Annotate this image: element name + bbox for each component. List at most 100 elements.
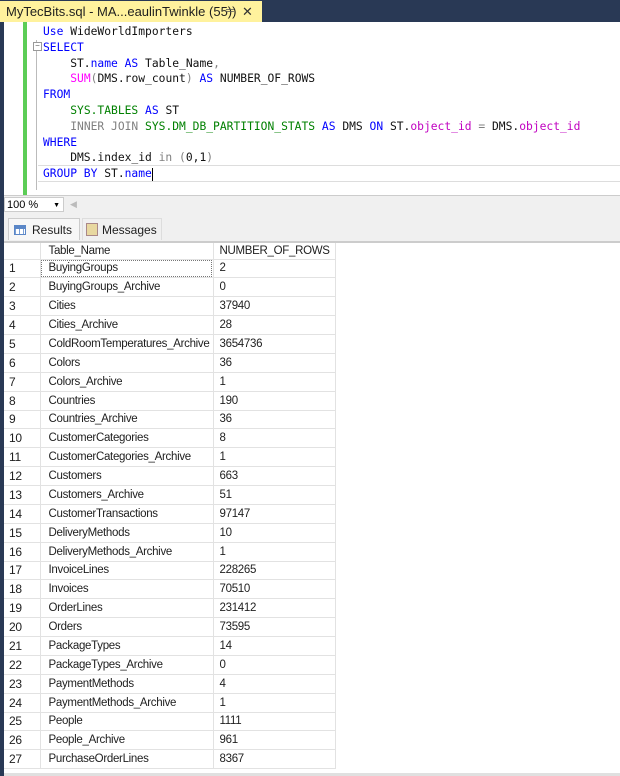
code-line[interactable]: SELECT	[43, 40, 580, 56]
cell-number-of-rows[interactable]: 36	[213, 353, 336, 373]
row-number[interactable]: 23	[4, 674, 41, 694]
close-icon[interactable]: ✕	[242, 1, 253, 22]
row-number[interactable]: 24	[4, 693, 41, 713]
cell-number-of-rows[interactable]: 10	[213, 523, 336, 543]
column-header-table-name[interactable]: Table_Name	[40, 243, 214, 260]
cell-number-of-rows[interactable]: 36	[213, 410, 336, 430]
code-line[interactable]: INNER JOIN SYS.DM_DB_PARTITION_STATS AS …	[43, 119, 580, 135]
tab-messages[interactable]: Messages	[82, 218, 162, 240]
results-grid[interactable]: Table_Name NUMBER_OF_ROWS 1 BuyingGroups 2…	[4, 243, 620, 773]
cell-number-of-rows[interactable]: 97147	[213, 504, 336, 524]
table-row[interactable]: 3 Cities 37940	[4, 296, 336, 317]
row-number[interactable]: 16	[4, 542, 41, 562]
cell-number-of-rows[interactable]: 190	[213, 391, 336, 411]
table-row[interactable]: 24 PaymentMethods_Archive 1	[4, 693, 336, 713]
table-row[interactable]: 11 CustomerCategories_Archive 1	[4, 447, 336, 468]
cell-number-of-rows[interactable]: 14	[213, 636, 336, 656]
table-row[interactable]: 21 PackageTypes 14	[4, 636, 336, 656]
row-number[interactable]: 1	[4, 259, 41, 279]
cell-number-of-rows[interactable]: 1	[213, 542, 336, 562]
code-line[interactable]: DMS.index_id in (0,1)	[43, 150, 580, 166]
cell-table-name[interactable]: CustomerCategories	[40, 428, 214, 449]
row-number[interactable]: 6	[4, 353, 41, 373]
table-row[interactable]: 23 PaymentMethods 4	[4, 674, 336, 694]
cell-table-name[interactable]: Colors_Archive	[40, 372, 214, 392]
cell-number-of-rows[interactable]: 3654736	[213, 334, 336, 354]
table-row[interactable]: 5 ColdRoomTemperatures_Archive 3654736	[4, 334, 336, 354]
cell-number-of-rows[interactable]: 70510	[213, 579, 336, 600]
cell-number-of-rows[interactable]: 1111	[213, 712, 336, 732]
code-line[interactable]: SYS.TABLES AS ST	[43, 103, 580, 119]
cell-table-name[interactable]: BuyingGroups_Archive	[40, 277, 214, 298]
table-row[interactable]: 22 PackageTypes_Archive 0	[4, 655, 336, 675]
table-row[interactable]: 6 Colors 36	[4, 353, 336, 373]
cell-table-name[interactable]: Invoices	[40, 579, 214, 600]
table-row[interactable]: 13 Customers_Archive 51	[4, 485, 336, 505]
cell-table-name[interactable]: CustomerCategories_Archive	[40, 447, 214, 468]
cell-table-name[interactable]: People	[40, 712, 214, 732]
table-row[interactable]: 16 DeliveryMethods_Archive 1	[4, 542, 336, 562]
collapse-icon[interactable]: −	[33, 42, 42, 51]
pin-icon[interactable]: ═	[226, 1, 234, 22]
scroll-left-icon[interactable]: ◀	[70, 199, 77, 210]
cell-number-of-rows[interactable]: 8367	[213, 749, 336, 770]
row-number[interactable]: 7	[4, 372, 41, 392]
row-number[interactable]: 22	[4, 655, 41, 675]
cell-table-name[interactable]: PackageTypes_Archive	[40, 655, 214, 675]
query-editor[interactable]: − Use WideWorldImporters SELECT ST.name A…	[4, 22, 620, 195]
cell-table-name[interactable]: DeliveryMethods	[40, 523, 214, 543]
cell-number-of-rows[interactable]: 231412	[213, 598, 336, 619]
column-header-number-of-rows[interactable]: NUMBER_OF_ROWS	[213, 243, 336, 260]
table-row[interactable]: 27 PurchaseOrderLines 8367	[4, 749, 336, 770]
table-row[interactable]: 9 Countries_Archive 36	[4, 410, 336, 430]
row-number[interactable]: 27	[4, 749, 41, 770]
cell-table-name[interactable]: Cities_Archive	[40, 315, 214, 335]
cell-table-name[interactable]: Customers_Archive	[40, 485, 214, 505]
cell-table-name[interactable]: Cities	[40, 296, 214, 317]
cell-number-of-rows[interactable]: 2	[213, 259, 336, 279]
cell-table-name[interactable]: PackageTypes	[40, 636, 214, 656]
table-row[interactable]: 1 BuyingGroups 2	[4, 259, 336, 279]
cell-table-name[interactable]: Colors	[40, 353, 214, 373]
table-row[interactable]: 8 Countries 190	[4, 391, 336, 411]
cell-table-name[interactable]: Countries_Archive	[40, 410, 214, 430]
cell-number-of-rows[interactable]: 8	[213, 428, 336, 449]
table-row[interactable]: 18 Invoices 70510	[4, 579, 336, 600]
table-row[interactable]: 7 Colors_Archive 1	[4, 372, 336, 392]
row-number[interactable]: 19	[4, 598, 41, 619]
row-number[interactable]: 20	[4, 617, 41, 637]
cell-table-name[interactable]: DeliveryMethods_Archive	[40, 542, 214, 562]
code-line[interactable]: ST.name AS Table_Name,	[43, 56, 580, 72]
cell-number-of-rows[interactable]: 1	[213, 372, 336, 392]
table-row[interactable]: 25 People 1111	[4, 712, 336, 732]
cell-number-of-rows[interactable]: 663	[213, 466, 336, 486]
table-row[interactable]: 19 OrderLines 231412	[4, 598, 336, 619]
cell-table-name[interactable]: Customers	[40, 466, 214, 486]
table-row[interactable]: 2 BuyingGroups_Archive 0	[4, 277, 336, 298]
cell-number-of-rows[interactable]: 73595	[213, 617, 336, 637]
cell-table-name[interactable]: PaymentMethods	[40, 674, 214, 694]
table-row[interactable]: 15 DeliveryMethods 10	[4, 523, 336, 543]
cell-table-name[interactable]: People_Archive	[40, 730, 214, 751]
cell-number-of-rows[interactable]: 961	[213, 730, 336, 751]
row-number[interactable]: 18	[4, 579, 41, 600]
row-number[interactable]: 10	[4, 428, 41, 449]
row-number[interactable]: 12	[4, 466, 41, 486]
row-number[interactable]: 9	[4, 410, 41, 430]
table-row[interactable]: 20 Orders 73595	[4, 617, 336, 637]
cell-number-of-rows[interactable]: 1	[213, 447, 336, 468]
code-line[interactable]: SUM(DMS.row_count) AS NUMBER_OF_ROWS	[43, 71, 580, 87]
sql-code[interactable]: Use WideWorldImporters SELECT ST.name AS …	[43, 24, 580, 182]
cell-table-name[interactable]: BuyingGroups	[40, 259, 214, 279]
cell-table-name[interactable]: PurchaseOrderLines	[40, 749, 214, 770]
code-line[interactable]: FROM	[43, 87, 580, 103]
table-row[interactable]: 12 Customers 663	[4, 466, 336, 486]
cell-table-name[interactable]: Orders	[40, 617, 214, 637]
table-row[interactable]: 10 CustomerCategories 8	[4, 428, 336, 449]
zoom-select[interactable]: 100 % ▼	[4, 197, 64, 212]
row-number[interactable]: 3	[4, 296, 41, 317]
code-line[interactable]: WHERE	[43, 135, 580, 151]
cell-table-name[interactable]: OrderLines	[40, 598, 214, 619]
table-row[interactable]: 14 CustomerTransactions 97147	[4, 504, 336, 524]
cell-number-of-rows[interactable]: 4	[213, 674, 336, 694]
